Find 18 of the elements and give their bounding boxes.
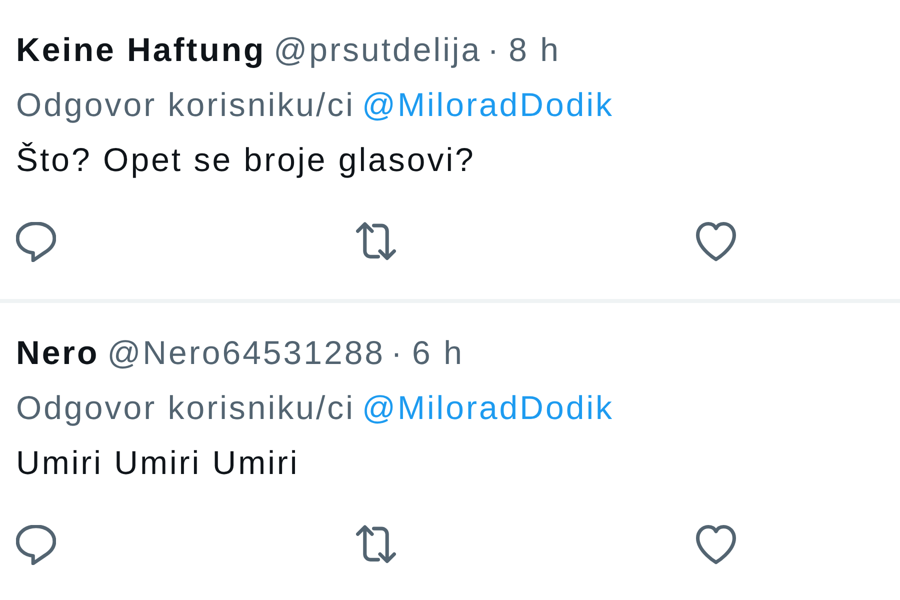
retweet-icon[interactable] xyxy=(356,222,396,262)
author-name[interactable]: Keine Haftung xyxy=(16,22,266,77)
author-handle[interactable]: @prsutdelija xyxy=(274,22,482,77)
reply-icon[interactable] xyxy=(16,222,56,262)
separator-dot: · xyxy=(488,30,501,70)
separator-dot: · xyxy=(391,333,404,373)
reply-context-label: Odgovor korisniku/ci xyxy=(16,85,355,125)
heart-icon[interactable] xyxy=(696,525,736,565)
retweet-icon[interactable] xyxy=(356,525,396,565)
heart-icon[interactable] xyxy=(696,222,736,262)
timestamp[interactable]: 6 h xyxy=(412,325,464,380)
timestamp[interactable]: 8 h xyxy=(508,22,560,77)
reply-context-label: Odgovor korisniku/ci xyxy=(16,388,355,428)
tweet-text: Što? Opet se broje glasovi? xyxy=(16,140,476,180)
author-handle[interactable]: @Nero64531288 xyxy=(107,325,386,380)
author-name[interactable]: Nero xyxy=(16,325,100,380)
tweet-text: Umiri Umiri Umiri xyxy=(16,443,300,483)
reply-icon[interactable] xyxy=(16,525,56,565)
